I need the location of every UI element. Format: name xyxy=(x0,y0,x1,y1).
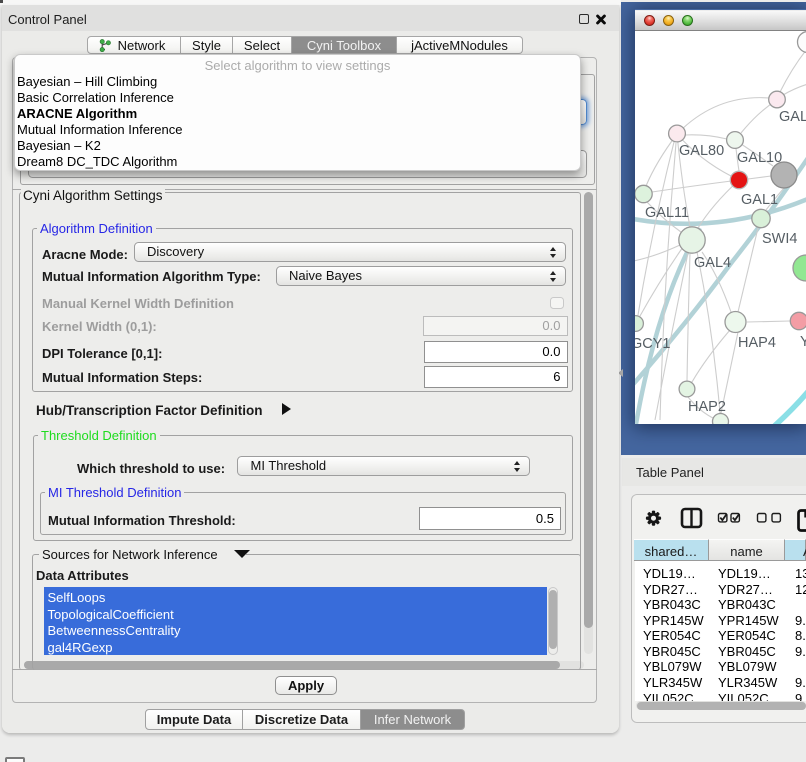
svg-text:Y: Y xyxy=(800,334,806,350)
svg-text:HAP4: HAP4 xyxy=(738,335,776,351)
svg-text:GAL11: GAL11 xyxy=(645,205,689,221)
svg-text:GAL4: GAL4 xyxy=(694,255,731,271)
svg-text:GAL80: GAL80 xyxy=(679,143,724,159)
svg-text:SWI4: SWI4 xyxy=(762,231,797,247)
svg-text:GCY1: GCY1 xyxy=(635,336,671,352)
svg-text:GAL7: GAL7 xyxy=(779,109,806,125)
svg-text:GAL1: GAL1 xyxy=(741,192,778,208)
svg-text:GAL10: GAL10 xyxy=(737,150,782,166)
svg-text:HAP2: HAP2 xyxy=(688,399,726,415)
